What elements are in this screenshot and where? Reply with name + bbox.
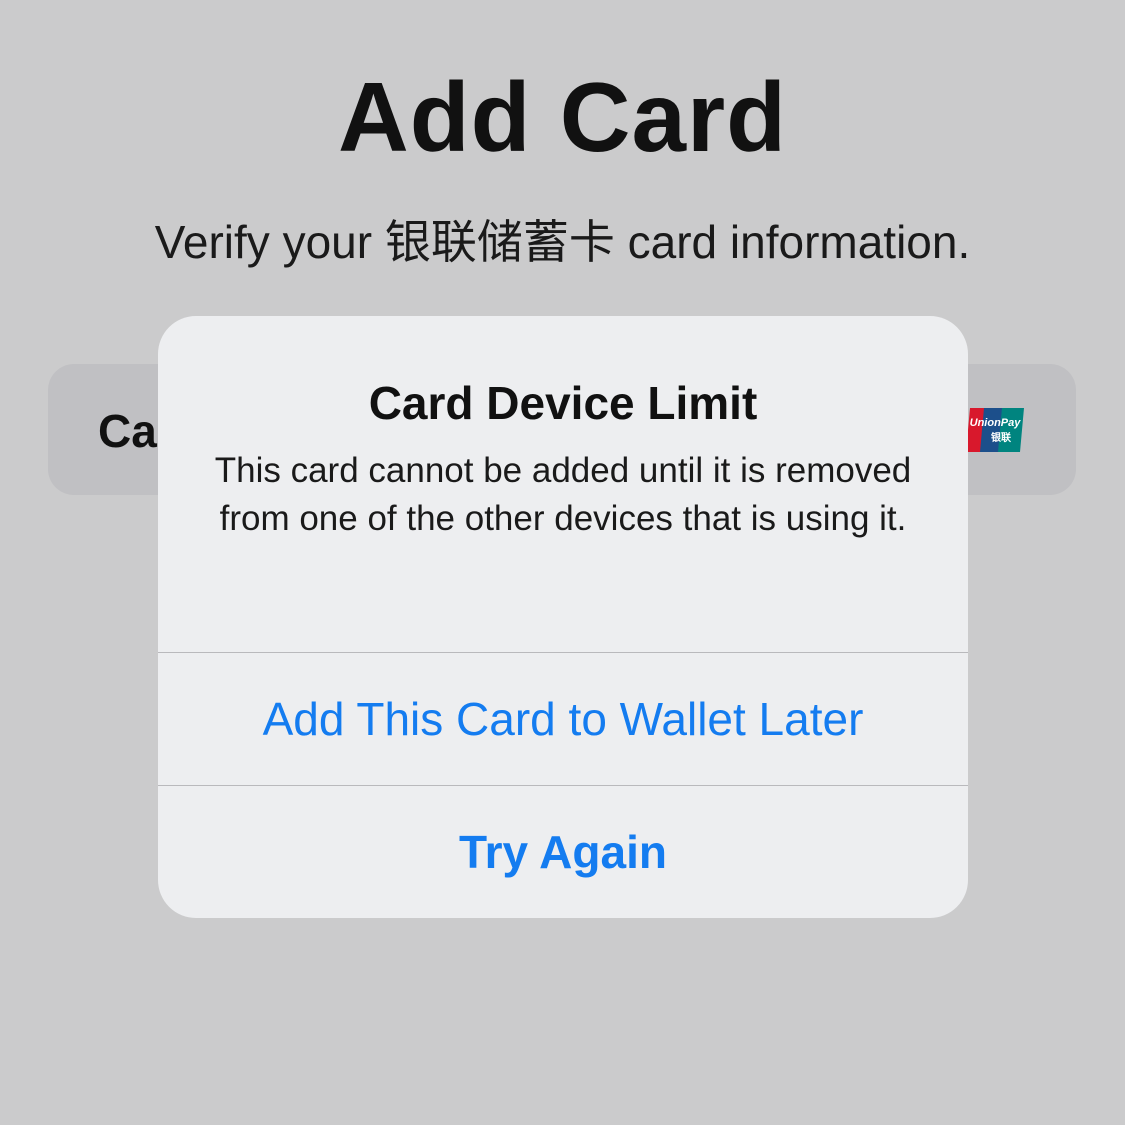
- unionpay-logo-text: UnionPay: [970, 417, 1022, 429]
- unionpay-logo-text-cn: 银联: [991, 431, 1011, 444]
- alert-title: Card Device Limit: [368, 377, 758, 429]
- card-device-limit-alert: Card Device Limit This card cannot be ad…: [158, 316, 968, 918]
- unionpay-logo-icon: UnionPay 银联: [966, 408, 1024, 452]
- page-subtitle: Verify your 银联储蓄卡 card information.: [154, 216, 971, 268]
- add-card-later-button[interactable]: Add This Card to Wallet Later: [158, 653, 968, 785]
- alert-message: This card cannot be added until it is re…: [214, 451, 912, 538]
- card-field-label: Ca: [98, 405, 157, 457]
- page-title: Add Card: [338, 62, 787, 172]
- try-again-button[interactable]: Try Again: [158, 786, 968, 918]
